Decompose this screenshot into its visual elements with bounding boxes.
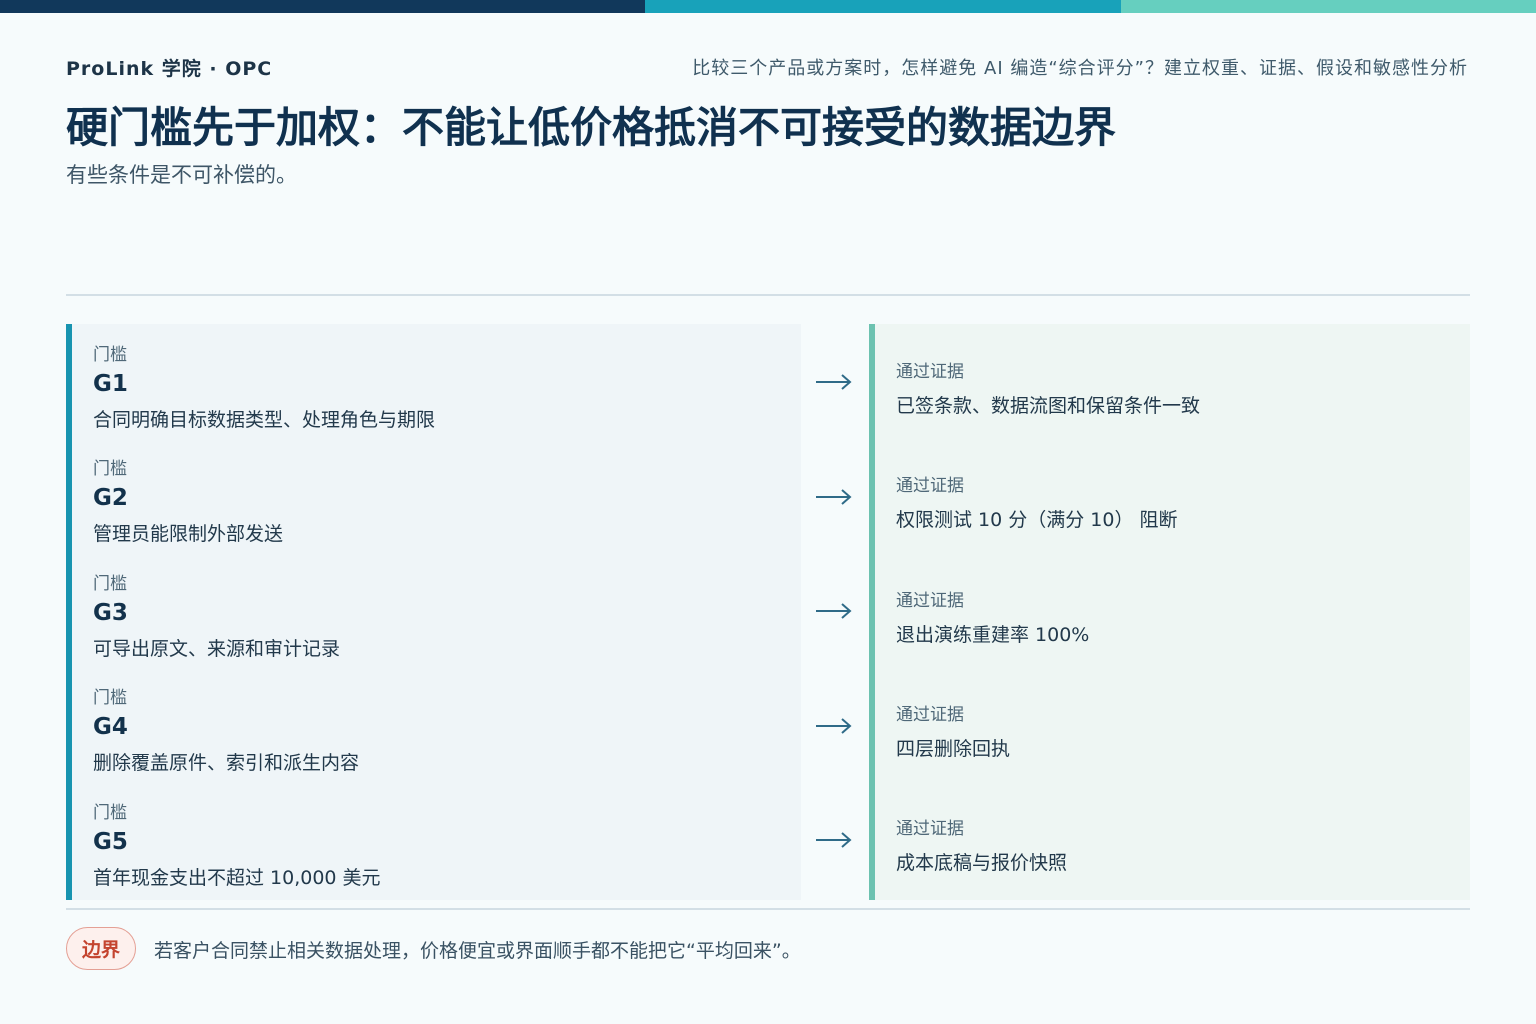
gate-id: G5	[93, 829, 128, 855]
arrow-right-icon	[816, 603, 852, 619]
evidence-text: 已签条款、数据流图和保留条件一致	[896, 395, 1201, 417]
brand-label: ProLink 学院 · OPC	[66, 58, 273, 80]
evidence-kicker: 通过证据	[896, 705, 964, 725]
evidence-text: 退出演练重建率 100%	[896, 624, 1090, 646]
series-caption: 比较三个产品或方案时，怎样避免 AI 编造“综合评分”？建立权重、证据、假设和敏…	[692, 58, 1468, 79]
gate-item: 门槛 G1 合同明确目标数据类型、处理角色与期限	[93, 340, 435, 432]
gate-id: G4	[93, 714, 128, 740]
gate-item: 门槛 G5 首年现金支出不超过 10,000 美元	[93, 798, 381, 890]
top-bar-segment-dark	[0, 0, 645, 13]
gate-description: 首年现金支出不超过 10,000 美元	[93, 867, 381, 889]
evidence-text: 四层删除回执	[896, 738, 1011, 760]
gate-item: 门槛 G2 管理员能限制外部发送	[93, 454, 283, 546]
evidence-kicker: 通过证据	[896, 362, 964, 382]
gate-description: 可导出原文、来源和审计记录	[93, 638, 341, 660]
evidence-item: 通过证据 已签条款、数据流图和保留条件一致	[896, 357, 1200, 418]
top-color-bar	[0, 0, 1536, 13]
boundary-note: 若客户合同禁止相关数据处理，价格便宜或界面顺手都不能把它“平均回来”。	[154, 940, 801, 962]
gate-id: G3	[93, 600, 128, 626]
evidence-kicker: 通过证据	[896, 819, 964, 839]
top-bar-segment-teal	[645, 0, 1121, 13]
top-bar-segment-mint	[1121, 0, 1536, 13]
top-divider	[66, 294, 1470, 296]
boundary-badge: 边界	[66, 927, 136, 970]
evidence-text: 成本底稿与报价快照	[896, 852, 1068, 874]
evidence-kicker: 通过证据	[896, 591, 964, 611]
bottom-divider	[66, 908, 1470, 910]
evidence-panel: 通过证据 已签条款、数据流图和保留条件一致 通过证据 权限测试 10 分（满分 …	[869, 324, 1470, 900]
gate-kicker: 门槛	[93, 345, 127, 365]
gate-kicker: 门槛	[93, 574, 127, 594]
page-title: 硬门槛先于加权：不能让低价格抵消不可接受的数据边界	[66, 103, 1117, 152]
arrow-right-icon	[816, 832, 852, 848]
evidence-item: 通过证据 成本底稿与报价快照	[896, 814, 1067, 875]
gate-description: 管理员能限制外部发送	[93, 523, 284, 545]
gate-kicker: 门槛	[93, 459, 127, 479]
arrow-right-icon	[816, 489, 852, 505]
gate-item: 门槛 G3 可导出原文、来源和审计记录	[93, 569, 340, 661]
gate-id: G1	[93, 371, 128, 397]
evidence-text: 权限测试 10 分（满分 10） 阻断	[896, 509, 1178, 531]
evidence-kicker: 通过证据	[896, 476, 964, 496]
page-subtitle: 有些条件是不可补偿的。	[66, 163, 297, 187]
gate-kicker: 门槛	[93, 688, 127, 708]
evidence-item: 通过证据 退出演练重建率 100%	[896, 586, 1089, 647]
evidence-item: 通过证据 权限测试 10 分（满分 10） 阻断	[896, 471, 1178, 532]
evidence-item: 通过证据 四层删除回执	[896, 700, 1010, 761]
arrow-right-icon	[816, 374, 852, 390]
gate-kicker: 门槛	[93, 803, 127, 823]
gate-description: 合同明确目标数据类型、处理角色与期限	[93, 409, 436, 431]
gate-id: G2	[93, 485, 128, 511]
gates-panel: 门槛 G1 合同明确目标数据类型、处理角色与期限 门槛 G2 管理员能限制外部发…	[66, 324, 801, 900]
arrow-right-icon	[816, 718, 852, 734]
gate-item: 门槛 G4 删除覆盖原件、索引和派生内容	[93, 683, 359, 775]
gate-description: 删除覆盖原件、索引和派生内容	[93, 752, 360, 774]
